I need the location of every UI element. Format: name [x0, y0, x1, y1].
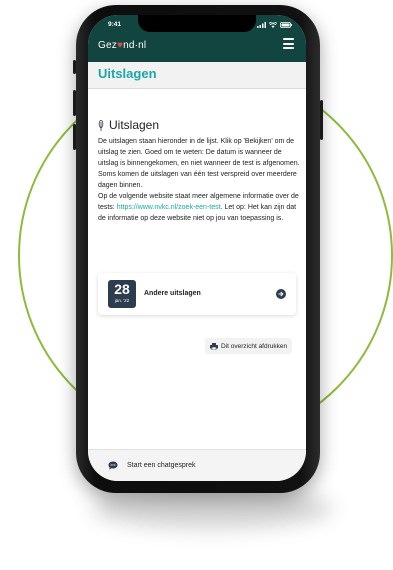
phone-shadow: [92, 488, 332, 528]
date-day: 28: [114, 281, 130, 297]
printer-icon: [210, 342, 218, 350]
section-text: De uitslagen staan hieronder in de lijst…: [98, 136, 302, 224]
feather-icon: [98, 119, 104, 131]
print-overview-button[interactable]: Dit overzicht afdrukken: [205, 338, 293, 354]
battery-icon: [280, 21, 292, 28]
chat-label: Start een chatgesprek: [127, 462, 196, 469]
page-title: Uitslagen: [98, 66, 157, 81]
status-time: 9:41: [108, 21, 122, 28]
result-card-label: Andere uitslagen: [144, 290, 201, 297]
wifi-icon: [269, 21, 277, 28]
logo-text-right: nd·nl: [123, 40, 147, 51]
status-icons: [257, 21, 292, 28]
phone-mute-switch: [73, 60, 76, 74]
signal-icon: [257, 21, 266, 28]
nvkc-link[interactable]: https://www.nvkc.nl/zoek-een-test: [117, 204, 221, 211]
notch: [138, 15, 256, 32]
phone-power-button: [320, 100, 323, 140]
date-badge: 28 jan. '22: [108, 280, 136, 308]
chat-bar: Start een chatgesprek: [88, 449, 306, 481]
section-title: Uitslagen: [109, 118, 160, 132]
section-heading: Uitslagen: [98, 118, 159, 132]
start-chat-button[interactable]: Start een chatgesprek: [108, 461, 196, 470]
hamburger-menu-icon[interactable]: [283, 38, 294, 49]
phone-volume-up: [73, 90, 76, 116]
phone-screen: 9:41 Gez♥nd·nl Uitslagen Uitslagen De ui…: [88, 15, 306, 481]
chat-bubble-icon: [108, 461, 118, 470]
app-header: 9:41 Gez♥nd·nl: [88, 15, 306, 62]
intro-paragraph: De uitslagen staan hieronder in de lijst…: [98, 138, 300, 189]
logo-text-left: Gez: [98, 40, 117, 51]
gezond-nl-logo[interactable]: Gez♥nd·nl: [98, 40, 146, 51]
arrow-right-icon[interactable]: [276, 289, 286, 299]
phone-volume-down: [73, 124, 76, 150]
print-button-label: Dit overzicht afdrukken: [221, 342, 288, 350]
date-month: jan. '22: [114, 298, 130, 303]
result-card[interactable]: 28 jan. '22 Andere uitslagen: [98, 273, 296, 315]
